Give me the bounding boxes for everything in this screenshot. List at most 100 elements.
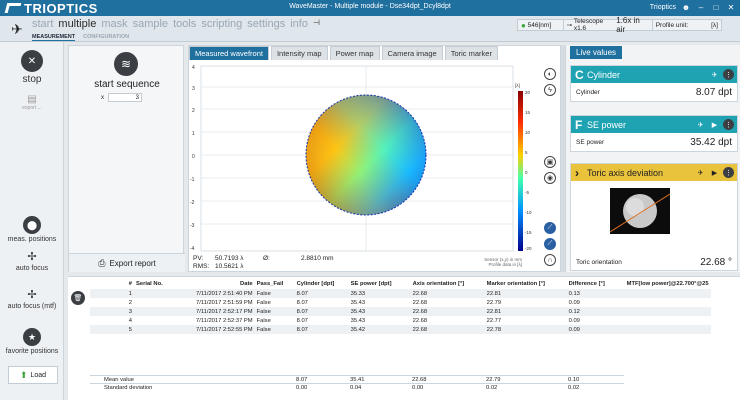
column-header[interactable]: Cylinder [dpt] [295, 279, 349, 289]
sequence-panel: ≋ start sequence x 3 ⎙ Export report [68, 45, 185, 272]
menu-icon[interactable]: ⋮ [723, 167, 734, 178]
y-tick-label: 2 [192, 108, 195, 114]
pin-icon[interactable]: ✈ [8, 20, 26, 38]
table-cell [134, 289, 194, 298]
start-sequence-button[interactable]: start sequence [69, 79, 185, 90]
trash-icon[interactable]: 🗑 [71, 291, 85, 305]
menu-settings[interactable]: settings [247, 18, 285, 30]
tab-intensity-map[interactable]: Intensity map [270, 46, 328, 60]
stop-button[interactable]: ✕ stop [0, 50, 64, 85]
column-header[interactable]: Pass_Fail [255, 279, 295, 289]
table-cell: 8.07 [296, 317, 308, 324]
card-value: 8.07 dpt [695, 86, 732, 98]
table-row[interactable]: 3 7/11/2017 2:52:17 PM False 8.07 35.43 22.68… [90, 307, 711, 316]
colorbar-tick: 5 [525, 150, 528, 155]
table-cell: 0.09 [566, 325, 625, 334]
user-icon[interactable]: ☻ [681, 2, 691, 12]
tab-measured-wavefront[interactable]: Measured wavefront [189, 46, 269, 60]
load-button[interactable]: ⬆ Load [8, 366, 58, 384]
column-header[interactable]: Date [194, 279, 255, 289]
menu-info[interactable]: info [290, 18, 308, 30]
column-header[interactable]: MTF[low power]@22.700°@25 [625, 279, 711, 289]
menu-mask[interactable]: mask [101, 18, 127, 30]
colorbar-tick: -10 [525, 210, 532, 215]
column-header[interactable]: Serial No. [134, 279, 194, 289]
tilt-icon[interactable]: ⟋ [544, 222, 556, 234]
settings-plane-icon[interactable]: ✈ [709, 69, 720, 80]
menu-start[interactable]: start [32, 18, 53, 30]
minimize-button[interactable]: – [696, 2, 706, 12]
auto-focus-mtf-button[interactable]: ✢ auto focus (mtf) [0, 288, 64, 310]
profile-unit-select[interactable]: [λ] [711, 22, 718, 29]
tab-live-values[interactable]: Live values [570, 46, 623, 59]
table-row[interactable]: 4 7/11/2017 2:52:37 PM False 8.07 35.43 22.68… [90, 316, 711, 325]
table-cell: False [254, 307, 295, 316]
table-row[interactable]: 1 7/11/2017 2:51:40 PM False 8.07 35.33 22.68… [90, 289, 711, 298]
play-icon[interactable]: ▶ [709, 119, 720, 130]
colorbar-tick: 10 [525, 130, 531, 135]
tab-toric-marker[interactable]: Toric marker [444, 46, 498, 60]
play-icon[interactable]: ▶ [709, 167, 720, 178]
card-label: Cylinder [576, 88, 600, 96]
column-header[interactable]: # [90, 279, 134, 289]
toric-camera-image [610, 188, 670, 234]
settings-plane-icon[interactable]: ✈ [695, 167, 706, 178]
favorite-positions-button[interactable]: ★ favorite positions [0, 328, 64, 355]
menu-multiple[interactable]: multiple [58, 18, 96, 30]
focus-arrows-icon: ✢ [27, 251, 37, 263]
table-row[interactable]: 2 7/11/2017 2:51:59 PM False 8.07 35.43 22.68… [90, 298, 711, 307]
menu-icon[interactable]: ⋮ [723, 69, 734, 80]
stats-table: Mean value 8.07 35.41 22.68 22.79 0.10 Standar… [90, 375, 624, 392]
stats-value: 0.00 [294, 383, 348, 392]
tab-power-map[interactable]: Power map [329, 46, 380, 60]
flash-icon[interactable]: ϟ [544, 84, 556, 96]
auto-focus-button[interactable]: ✢ auto focus [0, 250, 64, 272]
table-cell: 2 [128, 299, 132, 306]
settings-plane-icon[interactable]: ✈ [695, 119, 706, 130]
magnification-dropdown[interactable]: 1.6x in air [616, 16, 648, 34]
card-label: SE power [576, 138, 605, 146]
wavelength-status[interactable]: ● 546[nm] [518, 19, 564, 31]
table-cell: 22.68 [412, 317, 428, 324]
submenu-configuration[interactable]: CONFIGURATION [83, 34, 129, 41]
column-header[interactable]: Difference [°] [567, 279, 625, 289]
column-header[interactable]: SE power [dpt] [349, 279, 411, 289]
se-power-card: F SE power ✈ ▶ ⋮ SE power 35.42 dpt [570, 115, 738, 152]
tab-camera-image[interactable]: Camera image [381, 46, 443, 60]
colorbar [518, 91, 523, 251]
table-row[interactable]: 5 7/11/2017 2:52:55 PM False 8.07 35.42 22.68… [90, 325, 711, 334]
menu-sample[interactable]: sample [133, 18, 168, 30]
menu-scripting[interactable]: scripting [201, 18, 242, 30]
close-button[interactable]: ✕ [726, 2, 736, 12]
export-small-button[interactable]: ▤ export ... [0, 94, 64, 111]
stats-value: 0.10 [566, 375, 624, 384]
telescope-status[interactable]: ⊸ Telescope x1.6 1.6x in air [564, 16, 653, 34]
layers-icon[interactable]: ≋ [114, 52, 138, 76]
defocus-icon[interactable]: ⟋ [544, 238, 556, 250]
sequence-count-input[interactable]: 3 [108, 93, 142, 102]
submenu-measurement[interactable]: MEASUREMENT [32, 34, 76, 41]
brand-name: TRIOPTICS [24, 0, 98, 16]
pin-menu-icon[interactable]: ⊣ [313, 18, 320, 30]
column-header[interactable]: Axis orientation [°] [411, 279, 485, 289]
status-bar: ● 546[nm] ⊸ Telescope x1.6 1.6x in air P… [517, 16, 722, 34]
y-tick-label: -2 [190, 200, 195, 206]
card-letter: F [575, 117, 583, 132]
lightbulb-icon[interactable]: ◐ [544, 68, 556, 80]
card-title: Cylinder [587, 69, 621, 80]
table-cell [134, 325, 194, 334]
results-table: # Serial No. Date Pass_Fail Cylinder [dp… [90, 279, 711, 334]
profile-icon[interactable]: ∩ [544, 254, 556, 266]
table-cell: 22.68 [412, 299, 428, 306]
maximize-button[interactable]: □ [711, 2, 721, 12]
export-report-button[interactable]: ⎙ Export report [69, 253, 185, 272]
column-header[interactable]: Marker orientation [°] [485, 279, 567, 289]
menu-icon[interactable]: ⋮ [723, 119, 734, 130]
card-letter: C [575, 67, 584, 82]
meas-positions-button[interactable]: ⬤ meas. positions [0, 216, 64, 243]
camera-icon[interactable]: ◉ [544, 172, 556, 184]
save-icon[interactable]: ▣ [544, 156, 556, 168]
menu-tools[interactable]: tools [173, 18, 196, 30]
user-name[interactable]: Trioptics [650, 4, 676, 11]
diameter-label: Ø: [263, 255, 270, 262]
